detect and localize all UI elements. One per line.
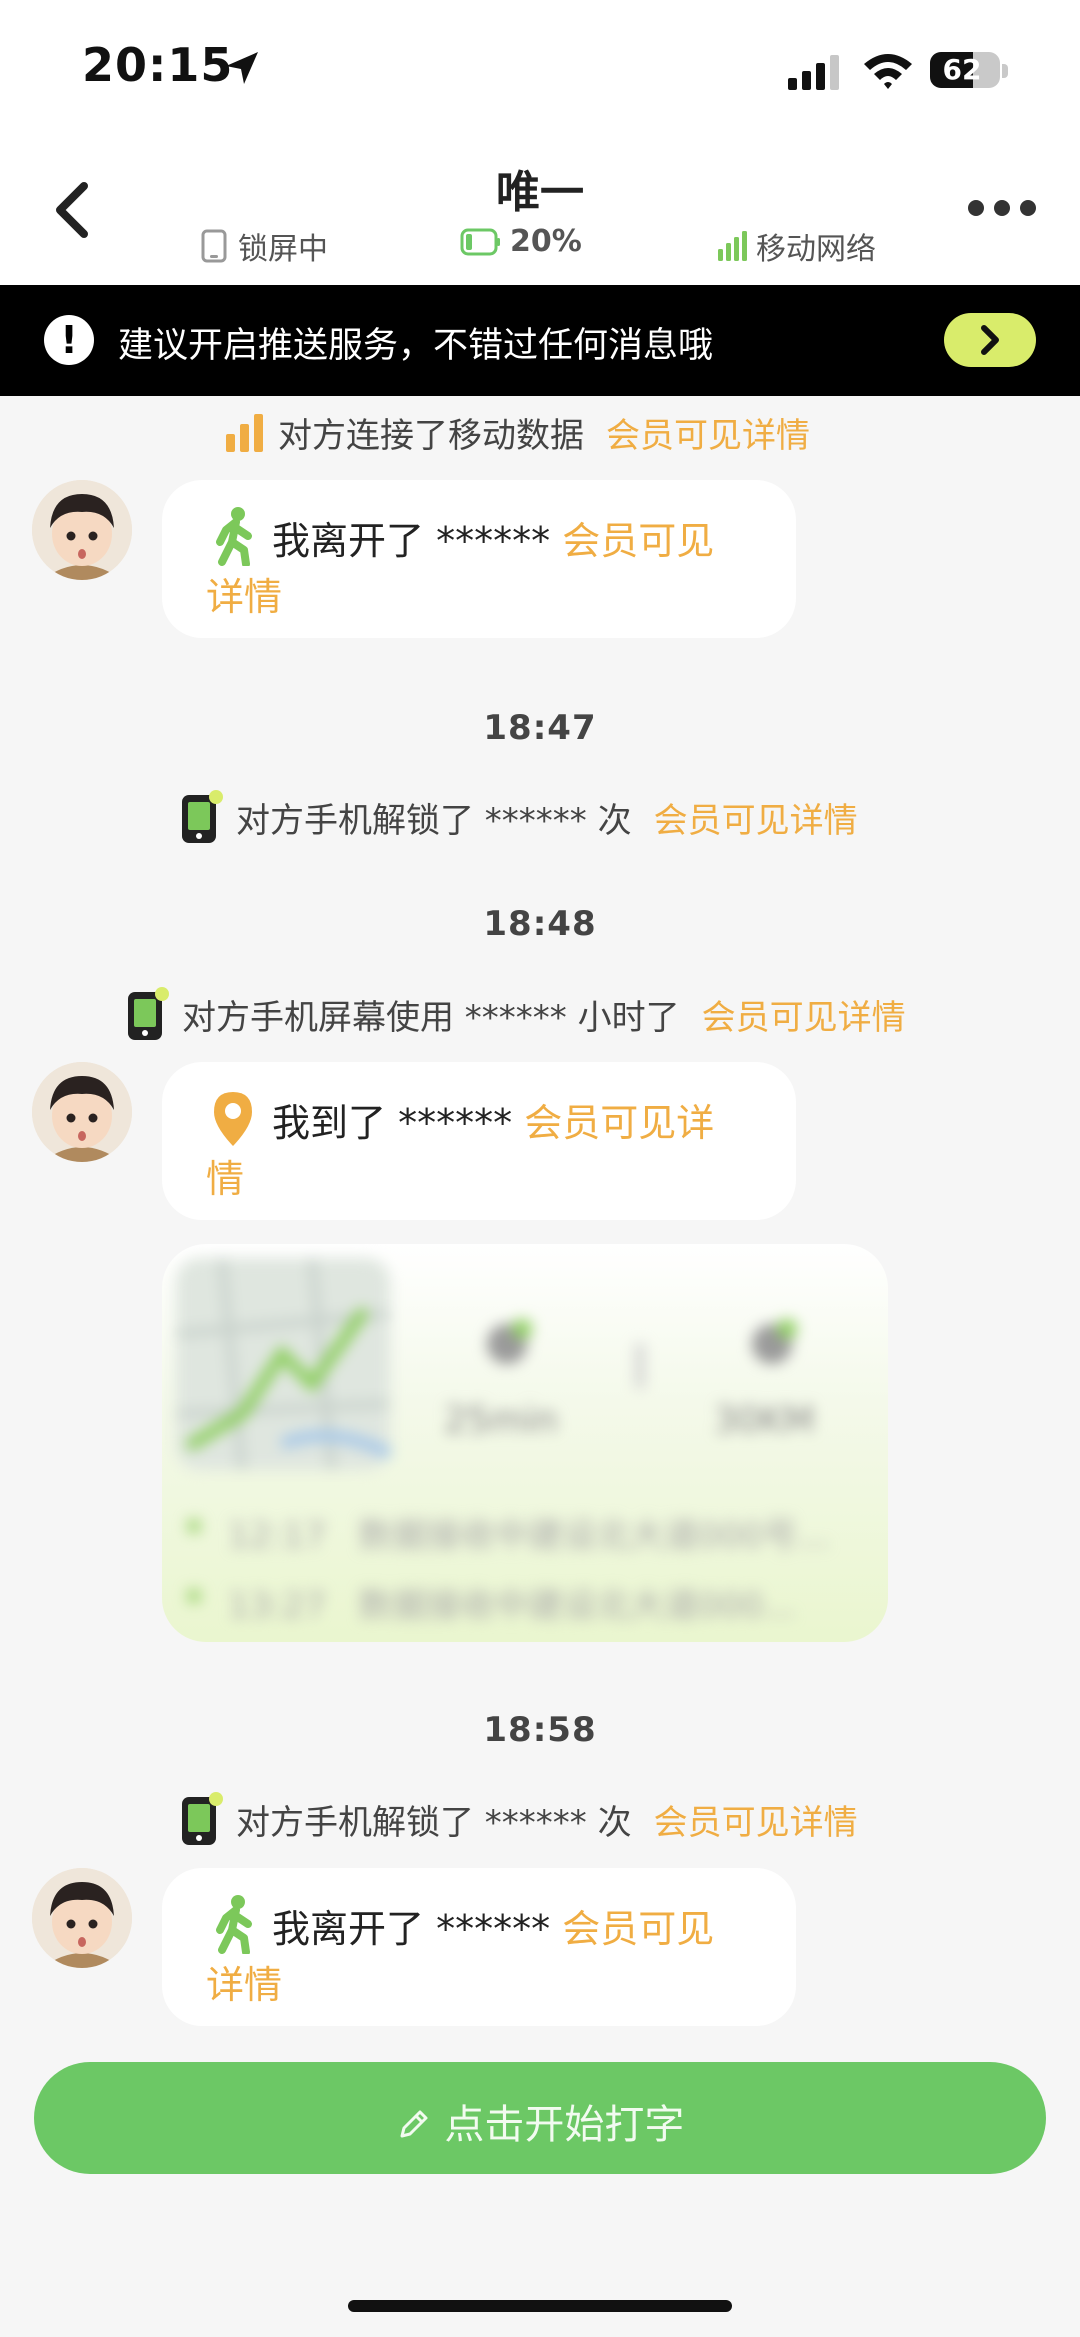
avatar[interactable]: [32, 1062, 132, 1162]
battery-status-label: 20%: [510, 224, 582, 259]
system-message: 对方手机解锁了 ****** 次 会员可见详情: [178, 1789, 858, 1849]
system-message: 对方手机解锁了 ****** 次 会员可见详情: [178, 787, 858, 847]
banner-go-button[interactable]: [944, 313, 1036, 367]
system-message-text: 对方连接了移动数据: [278, 415, 584, 456]
map-pin-icon: [208, 1088, 258, 1152]
status-bar: 20:15 62: [0, 0, 1080, 140]
battery-low-icon: [460, 228, 500, 255]
vip-details-link[interactable]: 会员可见详情: [606, 408, 810, 457]
message-line: 我离开了 ****** 会员可见: [272, 1898, 714, 1953]
avatar[interactable]: [32, 480, 132, 580]
timestamp: 18:47: [483, 708, 597, 748]
battery-level: 62: [942, 53, 982, 86]
child-avatar-icon: [32, 480, 132, 580]
screen-status-label: 锁屏中: [238, 232, 328, 267]
track-item-time: 13:27: [228, 1586, 326, 1626]
phone-outline-icon: [201, 229, 227, 263]
walking-person-icon: [208, 506, 258, 570]
timestamp: 18:48: [483, 904, 597, 944]
child-avatar-icon: [32, 1868, 132, 1968]
signal-bars-icon: [222, 410, 266, 454]
vip-details-link[interactable]: 会员可见: [562, 1907, 714, 1951]
wifi-icon: [862, 50, 914, 94]
timestamp: 18:58: [483, 1710, 597, 1750]
track-item-address: 数据接收中建设北大道000号...: [358, 1516, 830, 1556]
start-typing-label: 点击开始打字: [444, 2102, 685, 2148]
chat-header: 唯一 锁屏中 20% 移动网络: [0, 140, 1080, 285]
network-status-label: 移动网络: [756, 232, 876, 267]
system-message: 对方连接了移动数据 会员可见详情: [222, 402, 810, 462]
message-line: 我离开了 ****** 会员可见: [272, 510, 714, 565]
signal-bars-icon: [718, 231, 747, 261]
home-indicator[interactable]: [348, 2300, 732, 2312]
chevron-right-icon: [981, 325, 999, 355]
system-message-text: 对方手机解锁了 ****** 次: [236, 800, 632, 841]
system-message: 对方手机屏幕使用 ****** 小时了 会员可见详情: [124, 984, 906, 1044]
message-text: 我到了 ******: [272, 1101, 513, 1145]
child-avatar-icon: [32, 1062, 132, 1162]
message-text: 我离开了 ******: [272, 519, 551, 563]
system-message-text: 对方手机屏幕使用 ****** 小时了: [182, 997, 680, 1038]
distance-value: 30KM: [714, 1400, 815, 1441]
battery-status: 20%: [460, 224, 582, 259]
start-typing-row: 点击开始打字: [34, 2092, 1046, 2150]
phone-icon: [178, 1791, 224, 1847]
vip-details-link-cont[interactable]: 详情: [206, 566, 282, 621]
start-typing-button[interactable]: 点击开始打字: [34, 2062, 1046, 2174]
more-dots-icon: [968, 200, 1036, 216]
vip-details-link[interactable]: 会员可见详情: [702, 990, 906, 1039]
phone-icon: [178, 789, 224, 845]
duration-value: 25min: [444, 1400, 558, 1441]
alert-icon: !: [44, 315, 94, 365]
status-time: 20:15: [82, 38, 234, 92]
message-bubble[interactable]: 我离开了 ****** 会员可见 详情: [162, 1868, 796, 2026]
track-summary-card[interactable]: 25min 30KM 12:17 数据接收中建设北大道000号... 13:27…: [162, 1244, 888, 1642]
screen-status: 锁屏中: [200, 224, 328, 268]
message-line: 我到了 ****** 会员可见详: [272, 1092, 714, 1147]
message-bubble[interactable]: 我离开了 ****** 会员可见 详情: [162, 480, 796, 638]
vip-details-link[interactable]: 会员可见: [562, 519, 714, 563]
banner-text: 建议开启推送服务，不错过任何消息哦: [118, 326, 714, 366]
battery-tip: [1002, 64, 1008, 78]
more-options-button[interactable]: [966, 198, 1038, 222]
vip-details-link[interactable]: 会员可见详情: [654, 1795, 858, 1844]
track-item: 13:27 数据接收中建设北大道000...: [228, 1578, 796, 1627]
track-item: 12:17 数据接收中建设北大道000号...: [228, 1508, 830, 1557]
vip-details-link[interactable]: 会员可见详: [524, 1101, 714, 1145]
message-text: 我离开了 ******: [272, 1907, 551, 1951]
system-message-text: 对方手机解锁了 ****** 次: [236, 1802, 632, 1843]
vip-details-link-cont[interactable]: 情: [206, 1148, 244, 1203]
cellular-signal-icon: [786, 54, 846, 94]
location-arrow-icon: [222, 48, 262, 92]
phone-icon: [124, 986, 170, 1042]
pencil-icon: [400, 2110, 428, 2138]
walking-person-icon: [208, 1894, 258, 1958]
avatar[interactable]: [32, 1868, 132, 1968]
contact-name: 唯一: [496, 167, 584, 218]
message-bubble[interactable]: 我到了 ****** 会员可见详 情: [162, 1062, 796, 1220]
vip-details-link[interactable]: 会员可见详情: [654, 793, 858, 842]
battery-indicator: 62: [930, 52, 1000, 88]
network-status: 移动网络: [716, 224, 876, 268]
vip-details-link-cont[interactable]: 详情: [206, 1954, 282, 2009]
push-notification-banner[interactable]: ! 建议开启推送服务，不错过任何消息哦: [0, 285, 1080, 396]
track-item-time: 12:17: [228, 1516, 326, 1556]
track-item-address: 数据接收中建设北大道000...: [358, 1586, 796, 1626]
